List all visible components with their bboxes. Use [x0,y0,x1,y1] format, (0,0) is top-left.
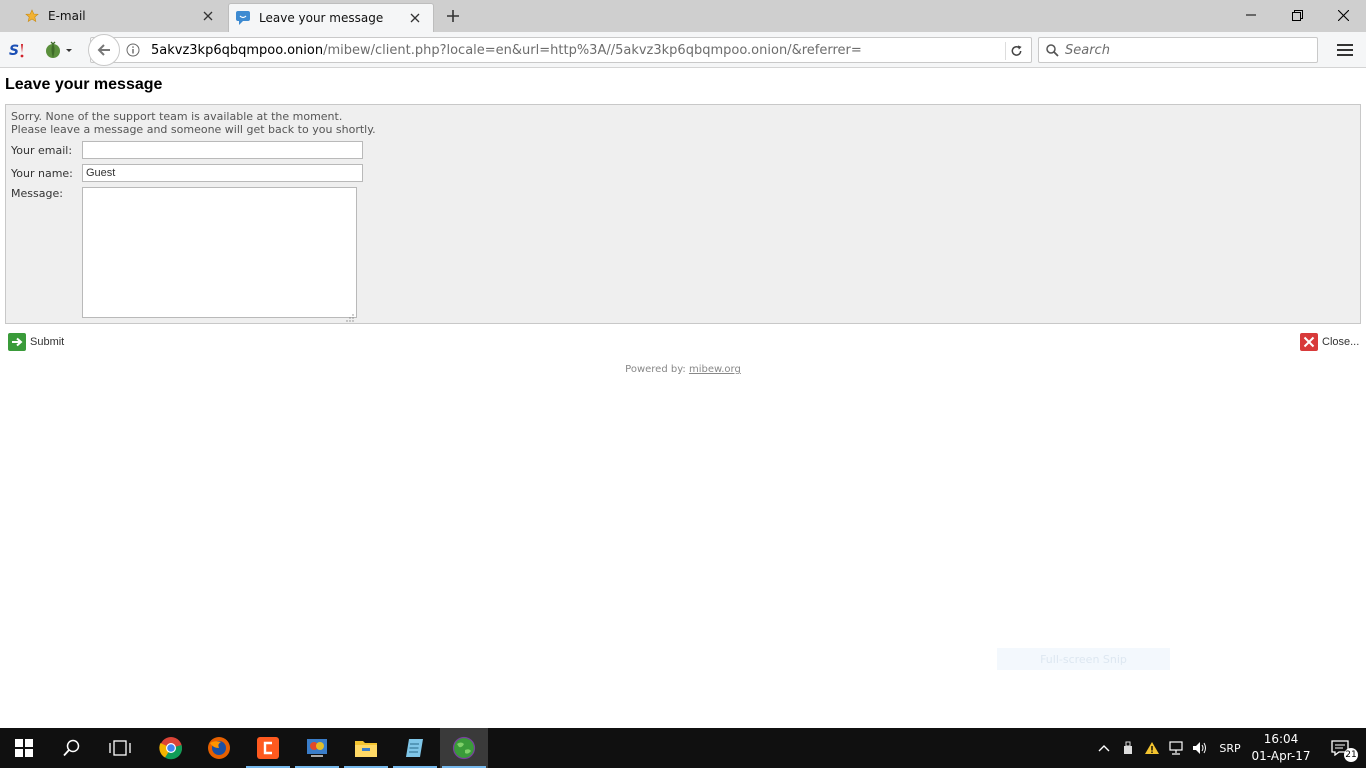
noscript-icon[interactable]: S [8,40,30,60]
app-network-taskbar-item[interactable] [293,728,341,768]
star-icon [24,8,40,24]
tab-leave-message[interactable]: Leave your message [228,3,434,32]
tab-strip: E-mail Leave your message [0,0,1366,32]
search-bar[interactable]: Search [1038,37,1318,63]
url-bar[interactable]: 5akvz3kp6qbqmpoo.onion/mibew/client.php?… [90,37,1032,63]
taskbar: SRP 16:04 01-Apr-17 21 [0,728,1366,768]
usb-device-icon[interactable] [1118,728,1138,768]
url-host: 5akvz3kp6qbqmpoo.onion [151,43,324,58]
close-label: Close... [1322,336,1360,348]
close-tab-icon[interactable] [407,10,423,26]
close-button[interactable]: Close... [1300,333,1359,351]
name-field[interactable]: Guest [82,164,363,182]
chrome-icon [159,737,183,760]
windows-icon [15,739,33,757]
app-orange-taskbar-item[interactable] [244,728,292,768]
tab-title: E-mail [48,9,86,23]
info-icon[interactable] [125,42,141,58]
tor-browser-taskbar-item[interactable] [440,728,488,768]
search-icon [1045,43,1059,57]
notice-line-1: Sorry. None of the support team is avail… [11,110,343,123]
email-field[interactable] [82,141,363,159]
svg-text:S: S [9,43,19,59]
close-icon [1300,333,1318,351]
network-app-icon [307,739,327,757]
volume-icon[interactable] [1190,728,1210,768]
back-button[interactable] [88,34,120,66]
screen: E-mail Leave your message S 5akvz3kp6qbq… [0,0,1366,768]
powered-by: Powered by: mibew.org [0,364,1366,375]
new-tab-icon[interactable] [443,6,463,26]
chat-icon [235,10,251,26]
navigation-bar: S 5akvz3kp6qbqmpoo.onion/mibew/client.ph… [0,32,1366,68]
file-explorer-taskbar-item[interactable] [342,728,390,768]
search-input[interactable]: Search [1065,43,1110,58]
power-warning-icon[interactable] [1142,728,1162,768]
show-hidden-icons-chevron-up-icon[interactable] [1094,728,1114,768]
message-label: Message: [11,187,63,200]
reload-icon[interactable] [1005,42,1023,60]
firefox-taskbar-item[interactable] [195,728,243,768]
submit-button[interactable]: Submit [8,333,64,351]
page-title: Leave your message [5,76,163,93]
task-view-button[interactable] [96,728,144,768]
folder-icon [355,741,377,757]
resize-grip-icon[interactable] [346,307,354,322]
url-text: 5akvz3kp6qbqmpoo.onion/mibew/client.php?… [151,43,862,58]
action-center-button[interactable]: 21 [1318,728,1362,768]
arrow-left-icon [97,44,110,56]
submit-label: Submit [30,336,65,348]
message-textarea[interactable] [82,187,357,322]
globe-icon [452,736,476,760]
notice-line-2: Please leave a message and someone will … [11,123,376,136]
notification-count: 21 [1344,748,1358,762]
close-tab-icon[interactable] [200,8,216,24]
email-label: Your email: [11,144,73,157]
hamburger-menu-icon[interactable] [1334,40,1356,60]
input-language[interactable]: SRP [1214,728,1246,768]
network-icon[interactable] [1166,728,1186,768]
restore-icon[interactable] [1274,0,1320,30]
powered-by-prefix: Powered by: [625,364,686,375]
taskbar-clock[interactable]: 16:04 01-Apr-17 [1248,731,1314,765]
mibew-link[interactable]: mibew.org [689,364,741,375]
name-label: Your name: [11,167,73,180]
tor-onion-icon[interactable] [44,40,76,60]
chrome-taskbar-item[interactable] [147,728,195,768]
start-button[interactable] [0,728,48,768]
notepad-taskbar-item[interactable] [391,728,439,768]
task-view-icon [109,740,131,756]
tab-title: Leave your message [259,11,384,25]
arrow-right-icon [8,333,26,351]
clock-time: 16:04 [1263,732,1299,746]
search-icon [63,739,80,757]
url-path: /mibew/client.php?locale=en&url=http%3A/… [323,43,862,58]
minimize-icon[interactable] [1228,0,1274,30]
clock-date: 01-Apr-17 [1251,749,1311,763]
notepad-icon [406,739,423,757]
window-close-icon[interactable] [1320,0,1366,30]
app-c-icon [257,737,279,759]
search-taskbar-button[interactable] [48,728,96,768]
firefox-icon [208,737,230,759]
snip-overlay[interactable]: Full-screen Snip [997,648,1170,670]
tab-email[interactable]: E-mail [0,0,226,32]
message-form-panel: Sorry. None of the support team is avail… [5,104,1361,324]
